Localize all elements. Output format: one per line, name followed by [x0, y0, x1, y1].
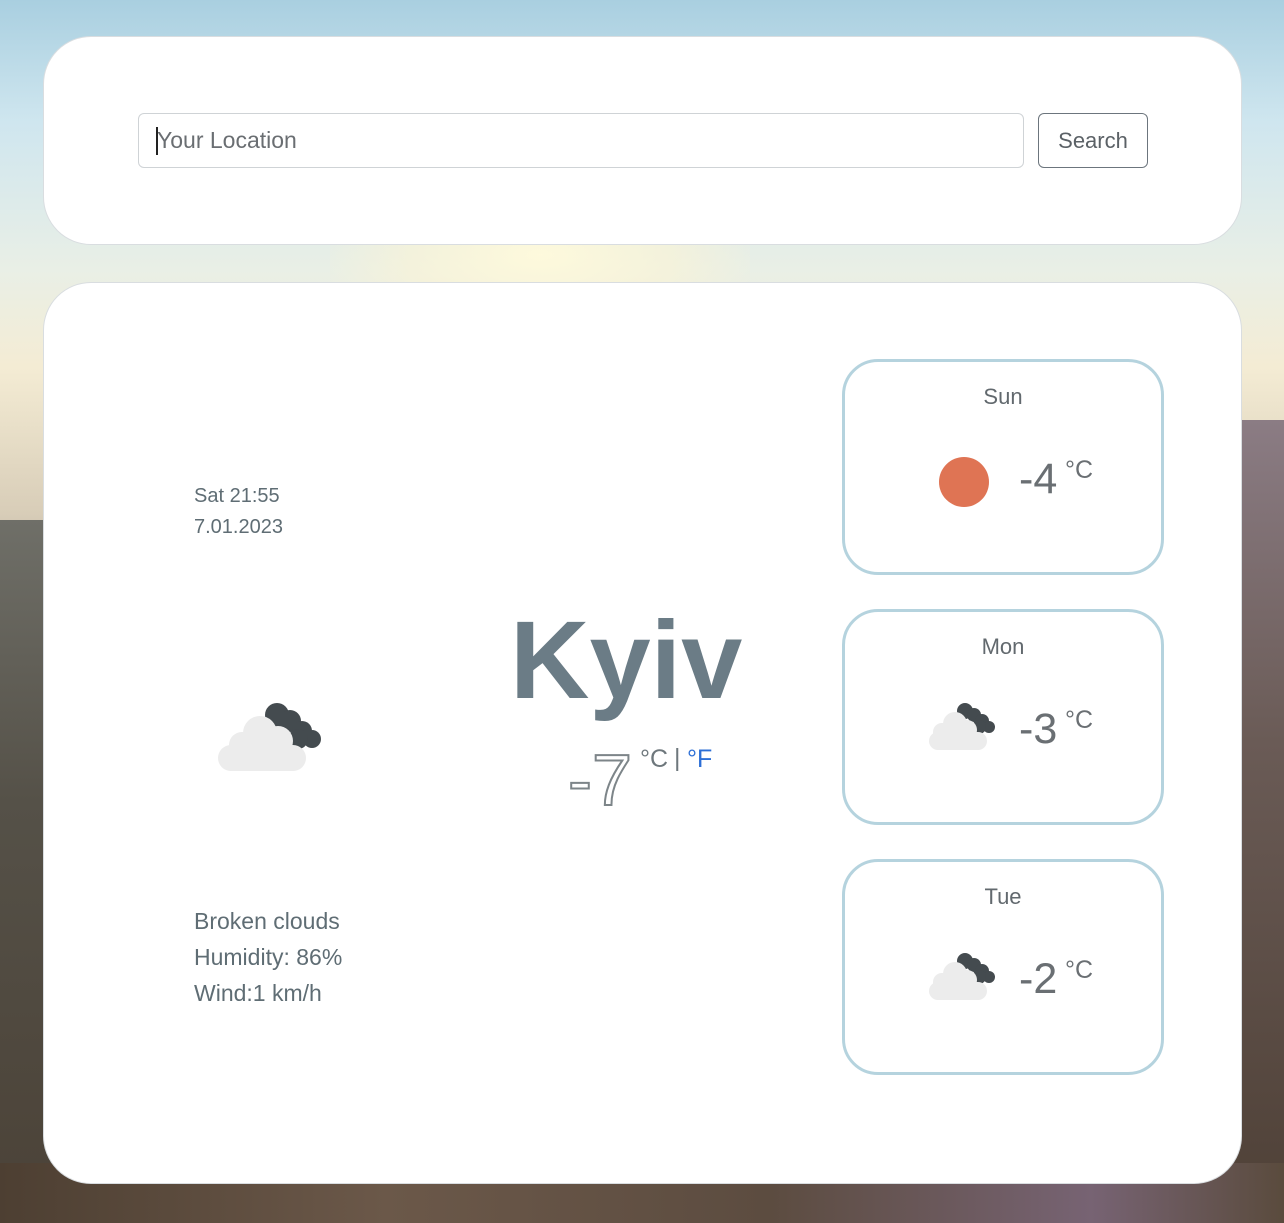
current-weather-card: Sat 21:55 7.01.2023 Broken clouds Humidi… [43, 282, 1242, 1184]
forecast-card-tue: Tue -2 °C [842, 859, 1164, 1075]
forecast-unit: °C [1065, 456, 1094, 484]
forecast-card-mon: Mon -3 °C [842, 609, 1164, 825]
city-name: Kyiv [510, 599, 743, 722]
wind-text: Wind:1 km/h [194, 980, 322, 1006]
forecast-day: Mon [981, 634, 1025, 659]
text-caret [156, 127, 158, 155]
sun-icon [927, 452, 997, 517]
forecast-temp: -2 [1019, 955, 1058, 1003]
forecast-unit: °C [1065, 706, 1094, 734]
broken-clouds-icon [216, 701, 328, 778]
fahrenheit-link[interactable]: °F [687, 745, 712, 774]
forecast-day: Sun [983, 384, 1023, 409]
broken-clouds-icon [927, 702, 999, 759]
broken-clouds-icon [927, 952, 999, 1009]
day-time-text: Sat 21:55 [194, 485, 280, 507]
search-button[interactable]: Search [1038, 113, 1148, 168]
date-text: 7.01.2023 [194, 516, 283, 538]
weather-details: Broken clouds Humidity: 86% Wind:1 km/h [194, 903, 342, 1011]
datetime-block: Sat 21:55 7.01.2023 [194, 481, 283, 543]
forecast-card-sun: Sun -4 °C [842, 359, 1164, 575]
search-card: Search [43, 36, 1242, 245]
forecast-day: Tue [984, 884, 1022, 909]
forecast-unit: °C [1065, 956, 1094, 984]
celsius-unit: °C [640, 745, 669, 773]
temperature-value: -7 [567, 740, 633, 822]
forecast-temp: -4 [1019, 455, 1058, 503]
unit-separator: | [674, 744, 681, 772]
weather-description: Broken clouds [194, 908, 340, 934]
forecast-temp: -3 [1019, 705, 1058, 753]
humidity-text: Humidity: 86% [194, 944, 343, 970]
location-search-input[interactable] [138, 113, 1024, 168]
